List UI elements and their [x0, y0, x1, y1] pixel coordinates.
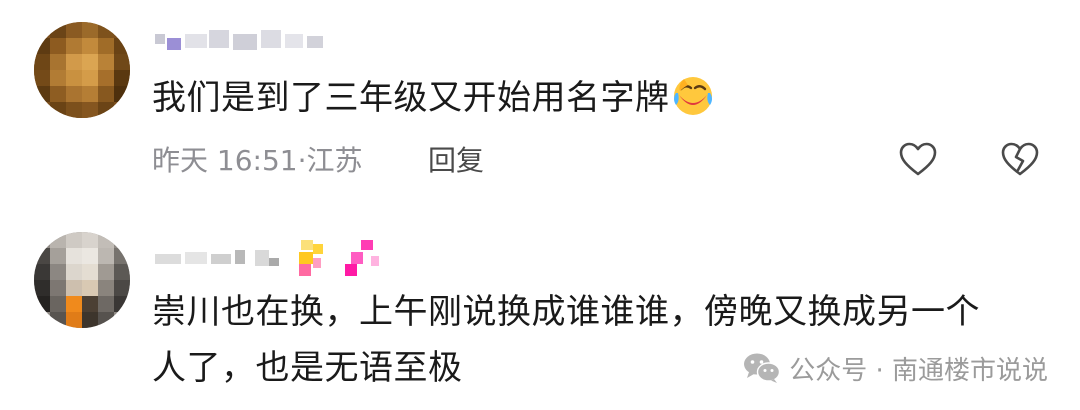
dislike-broken-heart-icon[interactable]	[1000, 140, 1040, 180]
comment-text-content: 我们是到了三年级又开始用名字牌	[152, 78, 670, 118]
comment-location: 江苏	[306, 144, 363, 177]
comment-time: 昨天 16:51	[152, 144, 298, 177]
comment-meta: 昨天 16:51·江苏	[152, 143, 363, 179]
meta-separator: ·	[297, 144, 307, 177]
avatar[interactable]	[34, 232, 130, 328]
username-blurred[interactable]	[155, 28, 325, 50]
username-blurred[interactable]	[155, 240, 395, 280]
comment-text: 我们是到了三年级又开始用名字牌	[152, 74, 714, 122]
wechat-icon	[744, 353, 781, 383]
avatar[interactable]	[34, 22, 130, 118]
heart-icon[interactable]	[898, 140, 938, 180]
face-with-tears-of-joy-emoji	[673, 77, 712, 115]
watermark-text: 公众号 · 南通楼市说说	[789, 355, 1048, 386]
comment-text-line-1: 崇川也在换，上午刚说换成谁谁谁，傍晚又换成另一个	[152, 292, 980, 332]
watermark: 公众号 · 南通楼市说说	[743, 348, 1048, 388]
reply-button[interactable]: 回复	[428, 143, 484, 179]
